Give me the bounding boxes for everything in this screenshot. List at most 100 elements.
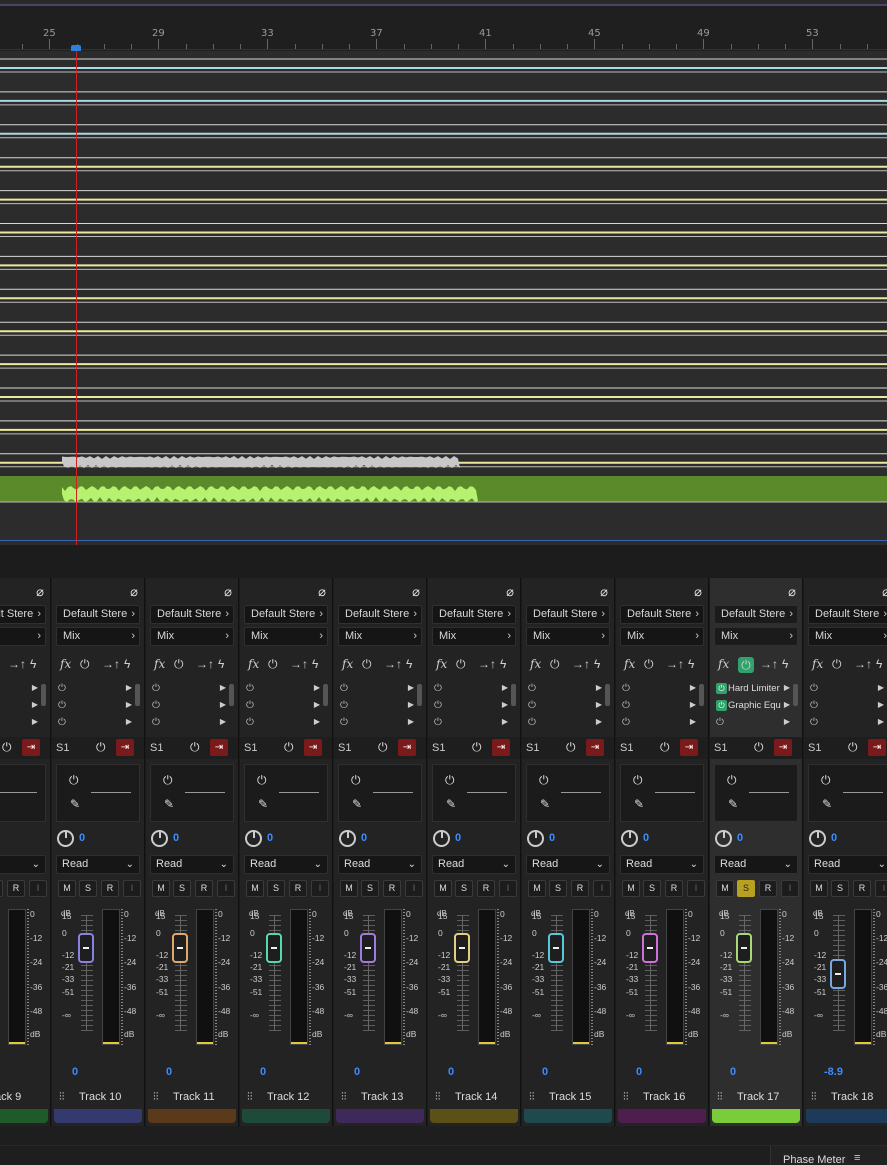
fx-icon[interactable]: fx: [248, 657, 259, 671]
effect-slot[interactable]: ⏻ ▶: [526, 682, 602, 697]
pre-post-icon[interactable]: →↑: [196, 657, 214, 671]
slot-power-icon[interactable]: ⏻: [716, 717, 724, 728]
fx-icon[interactable]: fx: [530, 657, 541, 671]
send-route-button[interactable]: ⇥: [586, 739, 604, 756]
effect-slot[interactable]: ⏻ Graphic Equ ▶: [714, 699, 790, 714]
pre-post-icon[interactable]: →↑: [572, 657, 590, 671]
volume-fader[interactable]: [830, 959, 846, 989]
output-select[interactable]: Default Stere ›: [432, 605, 516, 624]
send-power-icon[interactable]: ⏻: [566, 740, 576, 755]
bolt-icon[interactable]: ϟ: [594, 657, 600, 671]
input-monitor-button[interactable]: I: [29, 880, 47, 897]
record-arm-button[interactable]: R: [571, 880, 589, 897]
slot-power-icon[interactable]: ⏻: [246, 717, 254, 728]
input-monitor-button[interactable]: I: [781, 880, 799, 897]
pan-knob[interactable]: [527, 830, 544, 847]
volume-fader[interactable]: [548, 933, 564, 963]
phase-invert-icon[interactable]: ⌀: [506, 584, 514, 600]
solo-button[interactable]: S: [455, 880, 473, 897]
input-monitor-button[interactable]: I: [687, 880, 705, 897]
slot-arrow-icon[interactable]: ▶: [126, 700, 132, 709]
slot-arrow-icon[interactable]: ▶: [784, 717, 790, 726]
effect-slot[interactable]: ⏻ ▶: [432, 699, 508, 714]
automation-select[interactable]: Read ⌄: [56, 855, 140, 874]
slot-arrow-icon[interactable]: ▶: [32, 683, 38, 692]
input-monitor-button[interactable]: I: [593, 880, 611, 897]
slot-power-icon[interactable]: ⏻: [58, 683, 66, 694]
pencil-icon[interactable]: ✎: [634, 797, 644, 811]
automation-select[interactable]: Read ⌄: [150, 855, 234, 874]
send-route-button[interactable]: ⇥: [774, 739, 792, 756]
effect-slot[interactable]: ⏻ ▶: [338, 682, 414, 697]
record-arm-button[interactable]: R: [853, 880, 871, 897]
track-name-row[interactable]: ⫶⫶ Track 15: [522, 1088, 614, 1108]
rack-scrollbar[interactable]: [323, 684, 328, 706]
volume-value[interactable]: 0: [636, 1066, 642, 1078]
bolt-icon[interactable]: ϟ: [688, 657, 694, 671]
slot-arrow-icon[interactable]: ▶: [314, 700, 320, 709]
slot-power-icon[interactable]: ⏻: [810, 717, 818, 728]
eq-power-icon[interactable]: ⏻: [633, 773, 643, 788]
bus-select[interactable]: Mix ›: [0, 627, 46, 646]
slot-arrow-icon[interactable]: ▶: [878, 683, 884, 692]
output-select[interactable]: Default Stere ›: [620, 605, 704, 624]
fx-icon[interactable]: fx: [342, 657, 353, 671]
effect-slot[interactable]: ⏻ ▶: [150, 699, 226, 714]
slot-power-icon[interactable]: ⏻: [58, 717, 66, 728]
solo-button[interactable]: S: [267, 880, 285, 897]
bus-select[interactable]: Mix ›: [338, 627, 422, 646]
fx-icon[interactable]: fx: [60, 657, 71, 671]
phase-invert-icon[interactable]: ⌀: [130, 584, 138, 600]
send-power-icon[interactable]: ⏻: [190, 740, 200, 755]
pan-knob[interactable]: [433, 830, 450, 847]
slot-arrow-icon[interactable]: ▶: [126, 717, 132, 726]
input-monitor-button[interactable]: I: [123, 880, 141, 897]
automation-select[interactable]: Read ⌄: [808, 855, 887, 874]
slot-power-icon[interactable]: ⏻: [340, 700, 348, 711]
slot-power-icon[interactable]: ⏻: [716, 700, 727, 711]
effect-slot[interactable]: ⏻ ▶: [526, 699, 602, 714]
bus-select[interactable]: Mix ›: [808, 627, 887, 646]
solo-button[interactable]: S: [361, 880, 379, 897]
automation-select[interactable]: Read ⌄: [338, 855, 422, 874]
send-route-button[interactable]: ⇥: [492, 739, 510, 756]
eq-power-icon[interactable]: ⏻: [727, 773, 737, 788]
solo-button[interactable]: S: [0, 880, 3, 897]
phase-invert-icon[interactable]: ⌀: [36, 584, 44, 600]
eq-power-icon[interactable]: ⏻: [351, 773, 361, 788]
pan-knob[interactable]: [151, 830, 168, 847]
send-route-button[interactable]: ⇥: [116, 739, 134, 756]
fx-power-icon[interactable]: ⏻: [456, 657, 466, 672]
pan-knob[interactable]: [715, 830, 732, 847]
slot-arrow-icon[interactable]: ▶: [314, 717, 320, 726]
mute-button[interactable]: M: [246, 880, 264, 897]
volume-fader[interactable]: [736, 933, 752, 963]
input-monitor-button[interactable]: I: [311, 880, 329, 897]
volume-value[interactable]: 0: [354, 1066, 360, 1078]
eq-display[interactable]: ⏻ ✎: [244, 764, 328, 822]
phase-invert-icon[interactable]: ⌀: [600, 584, 608, 600]
pre-post-icon[interactable]: →↑: [8, 657, 26, 671]
send-route-button[interactable]: ⇥: [304, 739, 322, 756]
pan-value[interactable]: 0: [173, 832, 179, 844]
volume-fader[interactable]: [642, 933, 658, 963]
slot-arrow-icon[interactable]: ▶: [126, 683, 132, 692]
slot-power-icon[interactable]: ⏻: [810, 683, 818, 694]
slot-power-icon[interactable]: ⏻: [528, 683, 536, 694]
send-power-icon[interactable]: ⏻: [378, 740, 388, 755]
eq-power-icon[interactable]: ⏻: [257, 773, 267, 788]
effect-slot[interactable]: ⏻ ▶: [244, 716, 320, 731]
rack-scrollbar[interactable]: [229, 684, 234, 706]
record-arm-button[interactable]: R: [759, 880, 777, 897]
bolt-icon[interactable]: ϟ: [500, 657, 506, 671]
effect-slot[interactable]: ⏻ ▶: [338, 716, 414, 731]
pre-post-icon[interactable]: →↑: [760, 657, 778, 671]
bus-select[interactable]: Mix ›: [150, 627, 234, 646]
automation-select[interactable]: Read ⌄: [432, 855, 516, 874]
track-name-row[interactable]: ⫶⫶ Track 11: [146, 1088, 238, 1108]
slot-arrow-icon[interactable]: ▶: [408, 717, 414, 726]
slot-power-icon[interactable]: ⏻: [246, 700, 254, 711]
send-power-icon[interactable]: ⏻: [848, 740, 858, 755]
bolt-icon[interactable]: ϟ: [218, 657, 224, 671]
bus-select[interactable]: Mix ›: [526, 627, 610, 646]
